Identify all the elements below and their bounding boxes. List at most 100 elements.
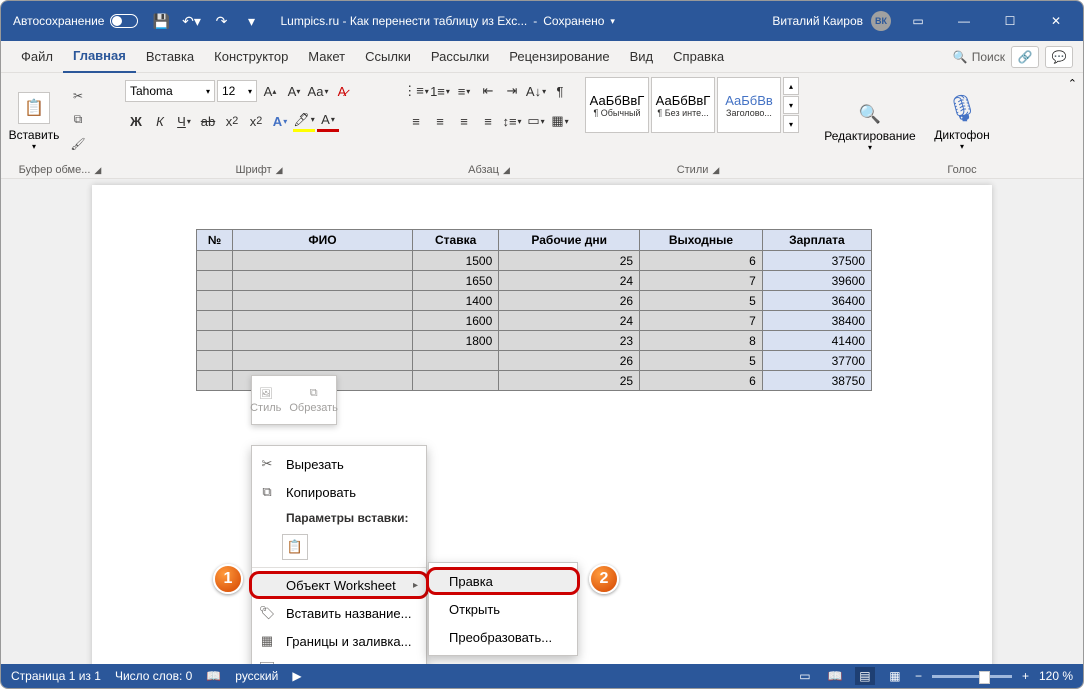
multilevel-icon[interactable]: ≡ xyxy=(453,80,475,102)
grow-font-icon[interactable]: A▴ xyxy=(259,80,281,102)
ctx-picture[interactable]: 🖼Рисунок... xyxy=(252,655,426,664)
underline-icon[interactable]: Ч xyxy=(173,110,195,132)
ctx-copy[interactable]: ⧉Копировать xyxy=(252,478,426,506)
tab-file[interactable]: Файл xyxy=(11,41,63,73)
embedded-table[interactable]: № ФИО Ставка Рабочие дни Выходные Зарпла… xyxy=(196,229,872,391)
dialog-launcher-icon[interactable]: ◢ xyxy=(94,165,101,176)
autosave-toggle[interactable] xyxy=(110,14,138,28)
language[interactable]: русский xyxy=(235,669,278,683)
style-nospacing[interactable]: АаБбВвГ¶ Без инте... xyxy=(651,77,715,133)
format-painter-icon[interactable]: 🖌 xyxy=(67,134,89,154)
superscript-icon[interactable]: x2 xyxy=(245,110,267,132)
copy-icon[interactable]: ⧉ xyxy=(67,110,89,130)
tab-help[interactable]: Справка xyxy=(663,41,734,73)
tab-view[interactable]: Вид xyxy=(620,41,664,73)
th-weekend: Выходные xyxy=(640,230,763,251)
change-case-icon[interactable]: Aa xyxy=(307,80,329,102)
save-icon[interactable]: 💾 xyxy=(152,13,170,30)
collapse-ribbon-icon[interactable]: ⌃ xyxy=(1068,77,1077,90)
shrink-font-icon[interactable]: A▾ xyxy=(283,80,305,102)
qat-more-icon[interactable]: ▾ xyxy=(242,13,260,30)
page-indicator[interactable]: Страница 1 из 1 xyxy=(11,669,101,683)
zoom-slider[interactable] xyxy=(932,675,1012,678)
zoom-in-icon[interactable]: + xyxy=(1022,669,1029,683)
word-count[interactable]: Число слов: 0 xyxy=(115,669,192,683)
spellcheck-icon[interactable]: 📖 xyxy=(206,669,221,683)
line-spacing-icon[interactable]: ↕≡ xyxy=(501,110,523,132)
borders-icon[interactable]: ▦ xyxy=(549,110,571,132)
highlight-icon[interactable]: 🖊 xyxy=(293,110,315,132)
align-center-icon[interactable]: ≡ xyxy=(429,110,451,132)
justify-icon[interactable]: ≡ xyxy=(477,110,499,132)
ctx-worksheet-object[interactable]: Объект Worksheet▸ xyxy=(249,571,429,599)
tab-insert[interactable]: Вставка xyxy=(136,41,204,73)
read-view-icon[interactable]: 📖 xyxy=(825,669,845,683)
zoom-out-icon[interactable]: − xyxy=(915,669,922,683)
maximize-button[interactable]: ☐ xyxy=(987,1,1033,41)
shading-icon[interactable]: ▭ xyxy=(525,110,547,132)
sub-open[interactable]: Открыть xyxy=(429,595,577,623)
macro-icon[interactable]: ▶ xyxy=(292,669,301,683)
group-paragraph: ⋮≡ 1≡ ≡ ⇤ ⇥ A↓ ¶ ≡ ≡ ≡ ≡ ↕≡ ▭ xyxy=(399,73,579,178)
ribbon-options-icon[interactable]: ▭ xyxy=(895,1,941,41)
numbering-icon[interactable]: 1≡ xyxy=(429,80,451,102)
focus-view-icon[interactable]: ▭ xyxy=(795,669,815,683)
text-effects-icon[interactable]: A xyxy=(269,110,291,132)
web-view-icon[interactable]: ▦ xyxy=(885,669,905,683)
align-left-icon[interactable]: ≡ xyxy=(405,110,427,132)
minimize-button[interactable]: — xyxy=(941,1,987,41)
dialog-launcher-icon[interactable]: ◢ xyxy=(276,165,283,176)
font-combo[interactable]: Tahoma▾ xyxy=(125,80,215,102)
dialog-launcher-icon[interactable]: ◢ xyxy=(712,165,719,176)
bullets-icon[interactable]: ⋮≡ xyxy=(405,80,427,102)
undo-icon[interactable]: ↶▾ xyxy=(182,13,200,30)
outdent-icon[interactable]: ⇤ xyxy=(477,80,499,102)
table-cell xyxy=(413,371,499,391)
subscript-icon[interactable]: x2 xyxy=(221,110,243,132)
print-view-icon[interactable]: ▤ xyxy=(855,667,875,685)
close-button[interactable]: ✕ xyxy=(1033,1,1079,41)
style-heading[interactable]: АаБбВвЗаголово... xyxy=(717,77,781,133)
indent-icon[interactable]: ⇥ xyxy=(501,80,523,102)
style-normal[interactable]: АаБбВвГ¶ Обычный xyxy=(585,77,649,133)
style-button[interactable]: 🖼Стиль xyxy=(250,387,281,414)
style-gallery[interactable]: АаБбВвГ¶ Обычный АаБбВвГ¶ Без инте... Аа… xyxy=(585,77,799,135)
tab-mailings[interactable]: Рассылки xyxy=(421,41,499,73)
dictate-button[interactable]: 🎙 Диктофон ▾ xyxy=(935,77,989,162)
paste-button[interactable]: 📋 Вставить ▾ xyxy=(7,77,61,162)
share-button[interactable]: 🔗 xyxy=(1011,46,1039,68)
clear-format-icon[interactable]: A̷ xyxy=(331,80,353,102)
gallery-scroll[interactable]: ▴▾▾ xyxy=(783,77,799,133)
italic-icon[interactable]: К xyxy=(149,110,171,132)
dialog-launcher-icon[interactable]: ◢ xyxy=(503,165,510,176)
zoom-level[interactable]: 120 % xyxy=(1039,669,1073,683)
cut-icon[interactable]: ✂ xyxy=(67,86,89,106)
tab-references[interactable]: Ссылки xyxy=(355,41,421,73)
sub-convert[interactable]: Преобразовать... xyxy=(429,623,577,651)
tab-home[interactable]: Главная xyxy=(63,41,136,73)
font-size-combo[interactable]: 12▾ xyxy=(217,80,257,102)
ctx-caption[interactable]: 🏷Вставить название... xyxy=(252,599,426,627)
ctx-cut[interactable]: ✂Вырезать xyxy=(252,450,426,478)
sort-icon[interactable]: A↓ xyxy=(525,80,547,102)
showmarks-icon[interactable]: ¶ xyxy=(549,80,571,102)
tab-layout[interactable]: Макет xyxy=(298,41,355,73)
table-cell: 41400 xyxy=(762,331,871,351)
avatar[interactable]: ВК xyxy=(871,11,891,31)
crop-button[interactable]: ⧉Обрезать xyxy=(289,387,338,414)
font-color-icon[interactable]: A xyxy=(317,110,339,132)
tab-design[interactable]: Конструктор xyxy=(204,41,298,73)
document-title: Lumpics.ru - Как перенести таблицу из Ex… xyxy=(280,14,772,28)
editing-button[interactable]: 🔍 Редактирование ▾ xyxy=(825,100,915,152)
bold-icon[interactable]: Ж xyxy=(125,110,147,132)
align-right-icon[interactable]: ≡ xyxy=(453,110,475,132)
tab-review[interactable]: Рецензирование xyxy=(499,41,619,73)
search-box[interactable]: 🔍 Поиск xyxy=(953,50,1005,64)
strike-icon[interactable]: ab xyxy=(197,110,219,132)
comments-button[interactable]: 💬 xyxy=(1045,46,1073,68)
redo-icon[interactable]: ↷ xyxy=(212,13,230,30)
context-menu: ✂Вырезать ⧉Копировать Параметры вставки:… xyxy=(251,445,427,664)
paste-option-icon[interactable]: 📋 xyxy=(282,534,308,560)
ctx-borders[interactable]: ▦Границы и заливка... xyxy=(252,627,426,655)
sub-edit[interactable]: Правка xyxy=(426,567,580,595)
